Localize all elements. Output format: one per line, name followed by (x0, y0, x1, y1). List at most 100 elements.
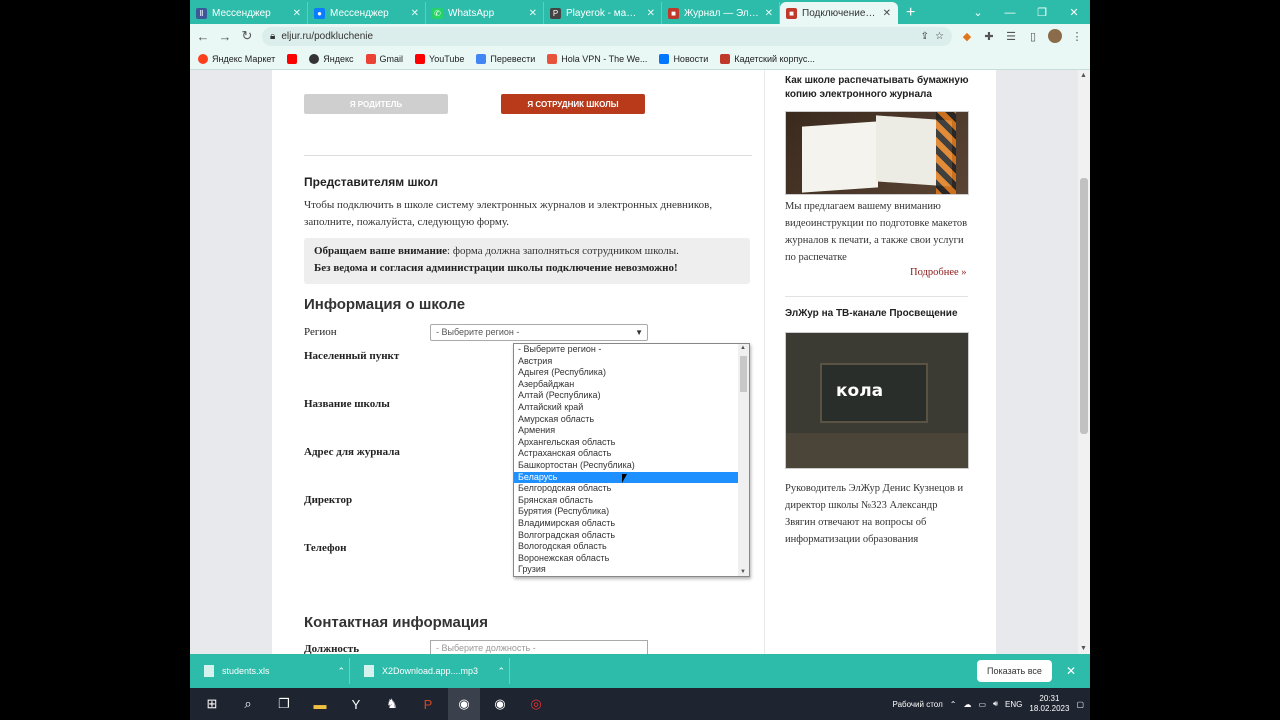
bookmark-youtube[interactable]: YouTube (415, 53, 464, 64)
reading-list-icon[interactable]: ☰ (1004, 30, 1018, 43)
tab-journal[interactable]: ■Журнал — Электр✕ (662, 2, 780, 24)
close-icon[interactable]: ✕ (1062, 664, 1080, 678)
bookmark-hola-vpn[interactable]: Hola VPN - The We... (547, 53, 647, 64)
notification-icon[interactable]: ▢ (1076, 700, 1084, 709)
region-option[interactable]: Азербайджан (514, 379, 738, 391)
file-explorer-icon[interactable]: ▬ (304, 688, 336, 720)
reload-icon[interactable]: ↻ (240, 28, 254, 44)
region-option[interactable]: Брянская область (514, 495, 738, 507)
region-option[interactable]: Бурятия (Республика) (514, 506, 738, 518)
powerpoint-icon[interactable]: P (412, 688, 444, 720)
share-icon[interactable]: ⇪ (921, 31, 929, 42)
region-option[interactable]: Архангельская область (514, 437, 738, 449)
region-option[interactable]: Башкортостан (Республика) (514, 460, 738, 472)
region-option[interactable]: Алтай (Республика) (514, 390, 738, 402)
journal-book-image[interactable] (785, 111, 969, 195)
more-link[interactable]: Подробнее » (910, 267, 967, 278)
network-icon[interactable]: ▭ (978, 700, 986, 709)
menu-icon[interactable]: ⋮ (1070, 30, 1084, 43)
extensions-icon[interactable]: ✚ (982, 30, 996, 43)
print-title[interactable]: Как школе распечатывать бумажную копию э… (785, 74, 985, 102)
task-view-icon[interactable]: ❐ (268, 688, 300, 720)
scroll-up-icon[interactable]: ▲ (1080, 72, 1087, 79)
yandex-browser-icon[interactable]: Y (340, 688, 372, 720)
bookmark-yandex-market[interactable]: Яндекс Маркет (198, 53, 275, 64)
region-option[interactable]: Адыгея (Республика) (514, 367, 738, 379)
close-window-icon[interactable]: ✕ (1058, 2, 1090, 24)
region-select-value: - Выберите регион - (436, 327, 520, 337)
metamask-icon[interactable]: ◆ (960, 30, 974, 43)
bookmark-cadet[interactable]: Кадетский корпус... (720, 53, 815, 64)
close-icon[interactable]: ✕ (765, 8, 773, 19)
restore-icon[interactable]: ❐ (1026, 2, 1058, 24)
close-icon[interactable]: ✕ (293, 8, 301, 19)
tv-title[interactable]: ЭлЖур на ТВ-канале Просвещение (785, 307, 985, 321)
scrollbar-thumb[interactable] (1080, 178, 1088, 434)
windows-start-icon[interactable]: ⊞ (196, 688, 228, 720)
region-option[interactable]: Владимирская область (514, 518, 738, 530)
region-dropdown-list[interactable]: - Выберите регион - Австрия Адыгея (Респуб… (513, 343, 750, 577)
page-scrollbar[interactable]: ▲ ▼ (1078, 70, 1090, 654)
region-option[interactable]: Австрия (514, 356, 738, 368)
region-option[interactable]: Воронежская область (514, 553, 738, 565)
download-item[interactable]: students.xls ⌃ (200, 658, 350, 684)
region-option[interactable]: - Выберите регион - (514, 344, 738, 356)
tab-messenger-1[interactable]: Ⅱ Мессенджер ✕ (190, 2, 308, 24)
chevron-up-icon[interactable]: ⌃ (497, 666, 505, 677)
url-input[interactable]: 🔒︎ eljur.ru/podkluchenie ⇪ ☆ (262, 26, 952, 46)
region-option[interactable]: Амурская область (514, 414, 738, 426)
region-option[interactable]: Астраханская область (514, 448, 738, 460)
region-option[interactable]: Волгоградская область (514, 530, 738, 542)
scroll-down-icon[interactable]: ▼ (740, 569, 746, 575)
region-select[interactable]: - Выберите регион - ▼ (430, 324, 648, 341)
game-icon[interactable]: ♞ (376, 688, 408, 720)
scroll-up-icon[interactable]: ▲ (740, 345, 746, 351)
tab-playerok[interactable]: PPlayerok - маркетп✕ (544, 2, 662, 24)
clock[interactable]: 20:31 18.02.2023 (1029, 694, 1069, 714)
position-select[interactable]: - Выберите должность - (430, 640, 648, 654)
close-icon[interactable]: ✕ (529, 8, 537, 19)
close-icon[interactable]: ✕ (411, 8, 419, 19)
bookmark-gmail[interactable]: Gmail (365, 53, 403, 64)
close-icon[interactable]: ✕ (883, 8, 891, 19)
sidepanel-icon[interactable]: ▯ (1026, 30, 1040, 43)
staff-role-button[interactable]: Я СОТРУДНИК ШКОЛЫ (501, 94, 645, 114)
back-icon[interactable]: ← (196, 29, 210, 44)
bookmark-youtube-short[interactable] (287, 53, 298, 64)
volume-icon[interactable]: 🔊︎ (993, 699, 998, 709)
parent-role-button[interactable]: Я РОДИТЕЛЬ (304, 94, 448, 114)
bookmark-yandex[interactable]: Яндекс (309, 53, 354, 64)
cloud-icon[interactable]: ☁ (963, 700, 971, 709)
language-indicator[interactable]: ENG (1005, 700, 1022, 709)
close-icon[interactable]: ✕ (647, 8, 655, 19)
bookmark-translate[interactable]: Перевести (476, 53, 535, 64)
search-icon[interactable]: ⌕ (232, 688, 264, 720)
dropdown-scrollbar[interactable]: ▲ ▼ (738, 344, 749, 576)
region-option[interactable]: Грузия (514, 564, 738, 576)
recorder-icon[interactable]: ◎ (520, 688, 552, 720)
show-all-button[interactable]: Показать все (976, 660, 1052, 682)
chrome-icon[interactable]: ◉ (484, 688, 516, 720)
download-item[interactable]: X2Download.app....mp3 ⌃ (360, 658, 510, 684)
tab-messenger-2[interactable]: ● Мессенджер ✕ (308, 2, 426, 24)
minimize-icon[interactable]: — (994, 2, 1026, 24)
scroll-down-icon[interactable]: ▼ (1080, 645, 1087, 652)
desktop-label[interactable]: Рабочий стол (893, 700, 943, 709)
region-option[interactable]: Белгородская область (514, 483, 738, 495)
scrollbar-thumb[interactable] (740, 356, 747, 392)
tv-video-image[interactable]: кола (785, 332, 969, 469)
region-option[interactable]: Вологодская область (514, 541, 738, 553)
tab-whatsapp[interactable]: ✆ WhatsApp ✕ (426, 2, 544, 24)
bookmark-news[interactable]: Новости (659, 53, 708, 64)
tab-podkluchenie[interactable]: ■ Подключение эле ✕ (780, 2, 898, 24)
chrome-icon[interactable]: ◉ (448, 688, 480, 720)
region-option[interactable]: Армения (514, 425, 738, 437)
forward-icon[interactable]: → (218, 29, 232, 44)
region-option[interactable]: Алтайский край (514, 402, 738, 414)
chevron-up-icon[interactable]: ⌃ (337, 666, 345, 677)
bookmark-star-icon[interactable]: ☆ (935, 31, 944, 42)
new-tab-button[interactable]: + (898, 2, 923, 24)
profile-avatar[interactable] (1048, 29, 1062, 43)
chevron-down-icon[interactable]: ⌄ (962, 2, 994, 24)
chevron-up-icon[interactable]: ⌃ (950, 700, 957, 709)
